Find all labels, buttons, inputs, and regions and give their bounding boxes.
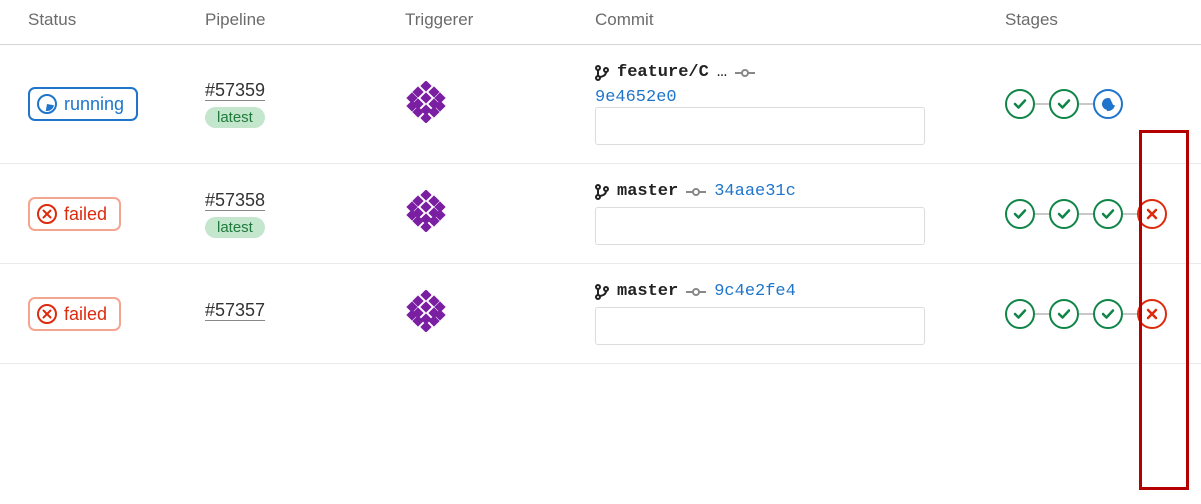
- header-stages: Stages: [995, 10, 1200, 30]
- stage-connector: [1079, 103, 1093, 105]
- status-badge-running[interactable]: running: [28, 87, 138, 121]
- branch-icon: [595, 284, 609, 300]
- stage-failed-icon[interactable]: [1137, 299, 1167, 329]
- stage-passed-icon[interactable]: [1049, 299, 1079, 329]
- cell-commit: master 34aae31c: [585, 182, 995, 245]
- failed-icon: [36, 203, 58, 225]
- status-label: running: [64, 95, 124, 113]
- pipeline-row: failed #57358 latest master 34aae31c: [0, 164, 1201, 264]
- stages-graph: [1005, 89, 1190, 119]
- stage-connector: [1035, 103, 1049, 105]
- pipeline-row: failed #57357 master 9c4e2fe4: [0, 264, 1201, 364]
- cell-triggerer: [395, 81, 585, 128]
- header-triggerer: Triggerer: [395, 10, 585, 30]
- commit-sha-link[interactable]: 9e4652e0: [595, 88, 677, 107]
- cell-stages: [995, 89, 1200, 119]
- cell-triggerer: [395, 290, 585, 337]
- commit-separator-icon: [735, 69, 755, 77]
- cell-pipeline: #57359 latest: [195, 80, 395, 128]
- cell-triggerer: [395, 190, 585, 237]
- commit-message-box[interactable]: [595, 107, 925, 145]
- header-commit: Commit: [585, 10, 995, 30]
- cell-status: failed: [0, 197, 195, 231]
- status-badge-failed[interactable]: failed: [28, 297, 121, 331]
- status-badge-failed[interactable]: failed: [28, 197, 121, 231]
- branch-name[interactable]: master: [617, 282, 678, 301]
- commit-message-box[interactable]: [595, 307, 925, 345]
- stage-connector: [1035, 213, 1049, 215]
- stage-passed-icon[interactable]: [1093, 199, 1123, 229]
- pipeline-row: running #57359 latest feature/C … 9e4652e…: [0, 45, 1201, 164]
- branch-name[interactable]: master: [617, 182, 678, 201]
- header-status: Status: [0, 10, 195, 30]
- branch-icon: [595, 65, 609, 81]
- triggerer-avatar[interactable]: [405, 290, 447, 332]
- triggerer-avatar[interactable]: [405, 81, 447, 123]
- cell-stages: [995, 299, 1200, 329]
- branch-name[interactable]: feature/C: [617, 63, 709, 82]
- stage-passed-icon[interactable]: [1093, 299, 1123, 329]
- stage-passed-icon[interactable]: [1049, 89, 1079, 119]
- stage-passed-icon[interactable]: [1005, 89, 1035, 119]
- cell-stages: [995, 199, 1200, 229]
- pipeline-id-link[interactable]: #57358: [205, 190, 265, 211]
- stage-connector: [1079, 313, 1093, 315]
- latest-badge: latest: [205, 107, 265, 128]
- stage-passed-icon[interactable]: [1005, 299, 1035, 329]
- triggerer-avatar-icon: [405, 81, 447, 123]
- pipelines-table: Status Pipeline Triggerer Commit Stages …: [0, 0, 1201, 364]
- cell-status: failed: [0, 297, 195, 331]
- truncation-ellipsis: …: [717, 63, 727, 82]
- branch-icon: [595, 184, 609, 200]
- running-icon: [36, 93, 58, 115]
- commit-sha-link[interactable]: 9c4e2fe4: [714, 282, 796, 301]
- cell-commit: feature/C … 9e4652e0: [585, 63, 995, 145]
- pipeline-id-link[interactable]: #57359: [205, 80, 265, 101]
- commit-sha-link[interactable]: 34aae31c: [714, 182, 796, 201]
- stage-connector: [1123, 313, 1137, 315]
- status-label: failed: [64, 305, 107, 323]
- stage-passed-icon[interactable]: [1005, 199, 1035, 229]
- failed-icon: [36, 303, 58, 325]
- stage-connector: [1079, 213, 1093, 215]
- stage-connector: [1123, 213, 1137, 215]
- triggerer-avatar-icon: [405, 290, 447, 332]
- stage-failed-icon[interactable]: [1137, 199, 1167, 229]
- status-label: failed: [64, 205, 107, 223]
- stages-graph: [1005, 299, 1190, 329]
- cell-pipeline: #57358 latest: [195, 190, 395, 238]
- stage-connector: [1035, 313, 1049, 315]
- commit-separator-icon: [686, 288, 706, 296]
- header-pipeline: Pipeline: [195, 10, 395, 30]
- triggerer-avatar-icon: [405, 190, 447, 232]
- cell-status: running: [0, 87, 195, 121]
- pipeline-id-link[interactable]: #57357: [205, 300, 265, 321]
- commit-separator-icon: [686, 188, 706, 196]
- cell-commit: master 9c4e2fe4: [585, 282, 995, 345]
- table-header-row: Status Pipeline Triggerer Commit Stages: [0, 0, 1201, 45]
- triggerer-avatar[interactable]: [405, 190, 447, 232]
- commit-message-box[interactable]: [595, 207, 925, 245]
- cell-pipeline: #57357: [195, 300, 395, 327]
- stage-passed-icon[interactable]: [1049, 199, 1079, 229]
- stages-graph: [1005, 199, 1190, 229]
- latest-badge: latest: [205, 217, 265, 238]
- stage-running-icon[interactable]: [1093, 89, 1123, 119]
